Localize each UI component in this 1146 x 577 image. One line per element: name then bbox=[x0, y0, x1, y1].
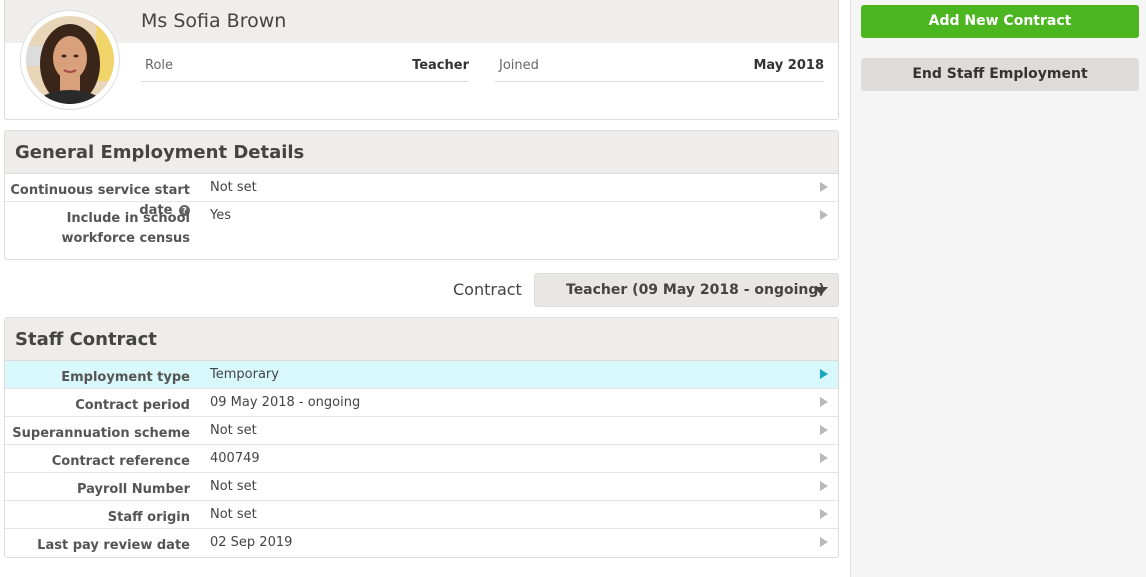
contract-period-row[interactable]: Contract period 09 May 2018 - ongoing bbox=[5, 389, 838, 417]
row-label: Employment type bbox=[61, 370, 190, 385]
row-value: 400749 bbox=[210, 451, 260, 466]
profile-card: Ms Sofia Brown Role Teacher Joined May 2… bbox=[4, 0, 839, 120]
chevron-right-icon bbox=[820, 509, 828, 519]
row-value: Temporary bbox=[210, 367, 279, 382]
row-value: Not set bbox=[210, 479, 257, 494]
chevron-right-icon bbox=[820, 537, 828, 547]
caret-down-icon bbox=[814, 287, 828, 295]
superannuation-row[interactable]: Superannuation scheme Not set bbox=[5, 417, 838, 445]
workforce-census-row[interactable]: Include in school workforce census Yes bbox=[5, 202, 838, 259]
contract-dropdown[interactable]: Teacher (09 May 2018 - ongoing) bbox=[534, 273, 839, 307]
chevron-right-icon bbox=[820, 481, 828, 491]
contract-selected-value: Teacher (09 May 2018 - ongoing) bbox=[566, 282, 825, 298]
profile-header-band bbox=[5, 0, 838, 43]
staff-name: Ms Sofia Brown bbox=[141, 10, 287, 32]
joined-label: Joined bbox=[499, 58, 539, 73]
row-label: Last pay review date bbox=[37, 538, 190, 553]
role-value: Teacher bbox=[412, 58, 469, 73]
role-label: Role bbox=[145, 58, 174, 73]
avatar-photo bbox=[26, 16, 114, 104]
row-value: Not set bbox=[210, 423, 257, 438]
row-value: Not set bbox=[210, 180, 257, 195]
chevron-right-icon bbox=[820, 397, 828, 407]
row-label: Include in school workforce census bbox=[61, 211, 190, 246]
contract-label: Contract bbox=[453, 280, 522, 299]
row-value: 09 May 2018 - ongoing bbox=[210, 395, 361, 410]
row-label: Staff origin bbox=[107, 510, 190, 525]
continuous-service-row[interactable]: Continuous service start date ? Not set bbox=[5, 174, 838, 218]
avatar bbox=[20, 10, 120, 110]
chevron-right-icon bbox=[820, 369, 828, 379]
general-employment-panel: General Employment Details Continuous se… bbox=[4, 130, 839, 260]
actions-sidebar: Add New Contract End Staff Employment bbox=[850, 0, 1146, 577]
chevron-right-icon bbox=[820, 453, 828, 463]
row-label: Contract period bbox=[75, 398, 190, 413]
staff-origin-row[interactable]: Staff origin Not set bbox=[5, 501, 838, 529]
role-field: Role Teacher bbox=[141, 48, 469, 82]
row-value: Not set bbox=[210, 507, 257, 522]
chevron-right-icon bbox=[820, 210, 828, 220]
row-value: 02 Sep 2019 bbox=[210, 535, 293, 550]
row-label: Contract reference bbox=[51, 454, 190, 469]
end-staff-employment-button[interactable]: End Staff Employment bbox=[861, 58, 1139, 91]
chevron-right-icon bbox=[820, 425, 828, 435]
add-new-contract-button[interactable]: Add New Contract bbox=[861, 5, 1139, 38]
row-label: Superannuation scheme bbox=[12, 426, 190, 441]
staff-contract-panel: Staff Contract Employment type Temporary… bbox=[4, 317, 839, 558]
contract-reference-row[interactable]: Contract reference 400749 bbox=[5, 445, 838, 473]
chevron-right-icon bbox=[820, 182, 828, 192]
row-value: Yes bbox=[210, 208, 231, 223]
joined-value: May 2018 bbox=[753, 58, 825, 73]
employment-type-row[interactable]: Employment type Temporary bbox=[5, 361, 838, 389]
joined-field: Joined May 2018 bbox=[495, 48, 824, 82]
panel-title: General Employment Details bbox=[5, 131, 838, 174]
main-content: Ms Sofia Brown Role Teacher Joined May 2… bbox=[0, 0, 850, 577]
panel-title: Staff Contract bbox=[5, 318, 838, 361]
payroll-number-row[interactable]: Payroll Number Not set bbox=[5, 473, 838, 501]
last-pay-review-row[interactable]: Last pay review date 02 Sep 2019 bbox=[5, 529, 838, 557]
row-label: Payroll Number bbox=[76, 482, 190, 497]
